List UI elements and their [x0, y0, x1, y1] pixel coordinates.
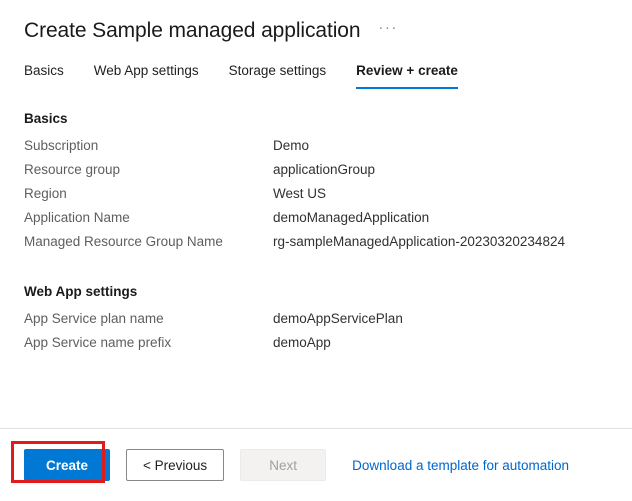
row-label-region: Region [24, 186, 273, 201]
section-web-app-settings: Web App settings App Service plan name d… [24, 284, 608, 359]
tab-web-app-settings[interactable]: Web App settings [94, 62, 199, 89]
row-value-resource-group: applicationGroup [273, 162, 375, 177]
row-label-app-service-plan-name: App Service plan name [24, 311, 273, 326]
summary-row: Managed Resource Group Name rg-sampleMan… [24, 234, 608, 258]
previous-button[interactable]: < Previous [126, 449, 224, 481]
download-template-link[interactable]: Download a template for automation [352, 458, 569, 473]
summary-row: Resource group applicationGroup [24, 162, 608, 186]
row-label-resource-group: Resource group [24, 162, 273, 177]
page-title: Create Sample managed application [24, 17, 360, 45]
summary-row: Region West US [24, 186, 608, 210]
create-button[interactable]: Create [24, 449, 110, 481]
summary-row: Subscription Demo [24, 138, 608, 162]
row-value-managed-resource-group-name: rg-sampleManagedApplication-202303202348… [273, 234, 565, 249]
more-options-icon[interactable]: ··· [376, 18, 400, 44]
row-label-subscription: Subscription [24, 138, 273, 153]
row-value-region: West US [273, 186, 326, 201]
tab-storage-settings[interactable]: Storage settings [229, 62, 327, 89]
row-value-application-name: demoManagedApplication [273, 210, 429, 225]
tab-basics[interactable]: Basics [24, 62, 64, 89]
row-label-application-name: Application Name [24, 210, 273, 225]
blade-header: Create Sample managed application ··· [0, 0, 632, 45]
next-button: Next [240, 449, 326, 481]
review-content: Basics Subscription Demo Resource group … [0, 89, 632, 359]
summary-row: Application Name demoManagedApplication [24, 210, 608, 234]
row-value-subscription: Demo [273, 138, 309, 153]
row-value-app-service-name-prefix: demoApp [273, 335, 331, 350]
section-basics: Basics Subscription Demo Resource group … [24, 111, 608, 258]
summary-row: App Service name prefix demoApp [24, 335, 608, 359]
tab-review-create[interactable]: Review + create [356, 62, 458, 89]
section-title-web-app-settings: Web App settings [24, 284, 608, 299]
section-title-basics: Basics [24, 111, 608, 126]
summary-row: App Service plan name demoAppServicePlan [24, 311, 608, 335]
create-managed-application-blade: Create Sample managed application ··· Ba… [0, 0, 632, 501]
row-label-app-service-name-prefix: App Service name prefix [24, 335, 273, 350]
blade-footer: Create < Previous Next Download a templa… [0, 429, 632, 501]
row-label-managed-resource-group-name: Managed Resource Group Name [24, 234, 273, 249]
row-value-app-service-plan-name: demoAppServicePlan [273, 311, 403, 326]
wizard-tabs: Basics Web App settings Storage settings… [0, 59, 632, 89]
